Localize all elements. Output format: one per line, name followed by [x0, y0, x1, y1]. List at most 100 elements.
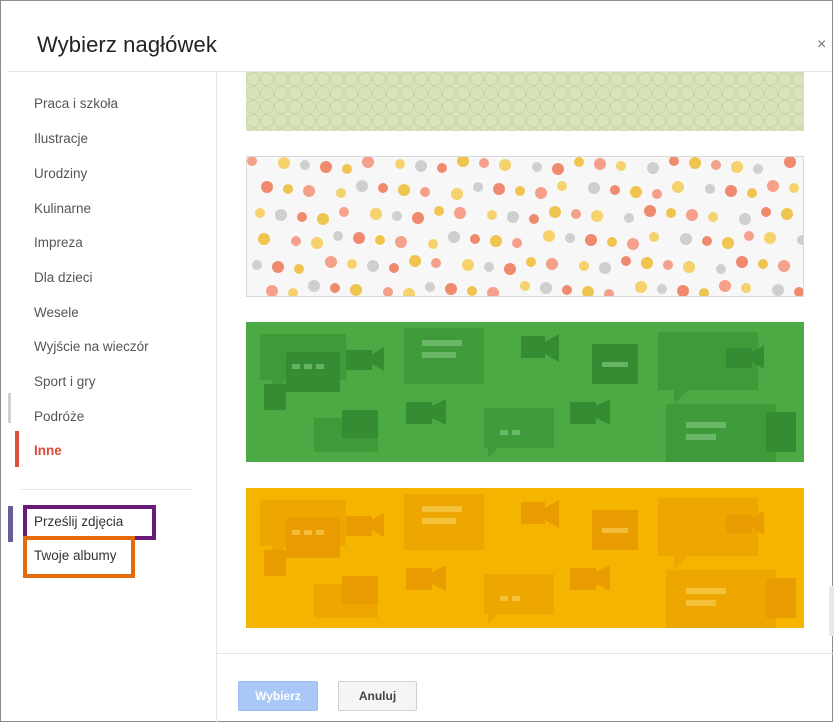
category-inne[interactable]: Inne [34, 443, 62, 458]
polka-dot [457, 157, 469, 167]
polka-dot [744, 231, 754, 241]
scrollbar[interactable] [829, 586, 834, 636]
chat-icons-pattern-yellow [260, 494, 796, 628]
polka-dot [325, 256, 337, 268]
category-urodziny[interactable]: Urodziny [34, 166, 87, 181]
category-impreza[interactable]: Impreza [34, 235, 83, 250]
banner-geometric-green[interactable] [246, 72, 804, 131]
highlight-box-orange [23, 536, 135, 578]
banner-chat-icons-green[interactable] [246, 322, 804, 462]
polka-dot [504, 263, 516, 275]
polka-dot [487, 210, 497, 220]
cancel-button[interactable]: Anuluj [338, 681, 417, 711]
category-kulinarne[interactable]: Kulinarne [34, 201, 91, 216]
polka-dot [635, 281, 647, 293]
header-picker-dialog: Wybierz nagłówek × Praca i szkoła Ilustr… [0, 0, 834, 724]
category-praca-i-szkola[interactable]: Praca i szkoła [34, 96, 118, 111]
left-edge-marker [8, 393, 11, 423]
polka-dot [333, 231, 343, 241]
banner-polka-dots[interactable] [246, 156, 804, 297]
dialog-footer: Wybierz Anuluj [217, 653, 834, 724]
polka-dot [610, 185, 620, 195]
polka-dot [652, 189, 662, 199]
polka-dot [507, 211, 519, 223]
category-wesele[interactable]: Wesele [34, 305, 79, 320]
polka-dot [641, 257, 653, 269]
polka-dot [689, 157, 701, 169]
polka-dot [467, 286, 477, 296]
banner-chat-icons-yellow[interactable] [246, 488, 804, 628]
polka-dot [747, 188, 757, 198]
polka-dot [308, 280, 320, 292]
polka-dot [784, 157, 796, 168]
polka-dot [395, 159, 405, 169]
polka-dot [731, 161, 743, 173]
polka-dot [778, 260, 790, 272]
polka-dot [657, 284, 667, 294]
polka-dot [669, 157, 679, 166]
category-wyjscie-na-wieczor[interactable]: Wyjście na wieczór [34, 339, 149, 354]
polka-dot [708, 212, 718, 222]
close-icon[interactable]: × [817, 36, 826, 54]
polka-dot [772, 284, 784, 296]
polka-dot [594, 158, 606, 170]
polka-dot [272, 261, 284, 273]
polka-dot [283, 184, 293, 194]
polka-dot [451, 188, 463, 200]
polka-dot [781, 208, 793, 220]
polka-dot [425, 282, 435, 292]
polka-dot [303, 185, 315, 197]
polka-dot [672, 181, 684, 193]
polka-dot [649, 232, 659, 242]
polka-dot [535, 187, 547, 199]
polka-dot [515, 186, 525, 196]
polka-dot [247, 157, 257, 166]
polka-dot [663, 260, 673, 270]
polka-dot [599, 262, 611, 274]
polka-dot [719, 280, 731, 292]
polka-dot [585, 234, 597, 246]
polka-dot [288, 288, 298, 296]
polka-dot [683, 261, 695, 273]
polka-dot [543, 230, 555, 242]
category-dla-dzieci[interactable]: Dla dzieci [34, 270, 93, 285]
left-edge-marker-purple [8, 506, 13, 542]
polka-dot [350, 284, 362, 296]
polka-dot [722, 237, 734, 249]
category-ilustracje[interactable]: Ilustracje [34, 131, 88, 146]
polka-dot [347, 259, 357, 269]
polka-dot [428, 239, 438, 249]
polka-dot [362, 157, 374, 168]
polka-dot [680, 233, 692, 245]
polka-dot [403, 288, 415, 296]
polka-dot [389, 263, 399, 273]
polka-dot [677, 285, 689, 296]
polka-dot [702, 236, 712, 246]
polka-dot [462, 259, 474, 271]
select-button[interactable]: Wybierz [238, 681, 318, 711]
polka-dot [297, 212, 307, 222]
category-podroze[interactable]: Podróże [34, 409, 84, 424]
polka-dot [591, 210, 603, 222]
polka-dot [412, 212, 424, 224]
polka-dot [624, 213, 634, 223]
polka-dot [627, 238, 639, 250]
polka-dot [582, 286, 594, 296]
polka-dot [356, 180, 368, 192]
polka-dot [499, 159, 511, 171]
polka-dot [761, 207, 771, 217]
polka-dot [311, 237, 323, 249]
polka-dot [448, 231, 460, 243]
chat-icons-pattern-green [260, 328, 796, 462]
polka-dot [546, 258, 558, 270]
polka-dot [565, 233, 575, 243]
banner-gallery [217, 72, 834, 652]
dialog-title: Wybierz nagłówek [37, 32, 217, 57]
polka-dot [383, 287, 393, 296]
category-sport-i-gry[interactable]: Sport i gry [34, 374, 96, 389]
polka-dot [420, 187, 430, 197]
polka-dot [604, 289, 614, 296]
polka-dot [557, 181, 567, 191]
polka-dot [562, 285, 572, 295]
polka-dot [409, 255, 421, 267]
